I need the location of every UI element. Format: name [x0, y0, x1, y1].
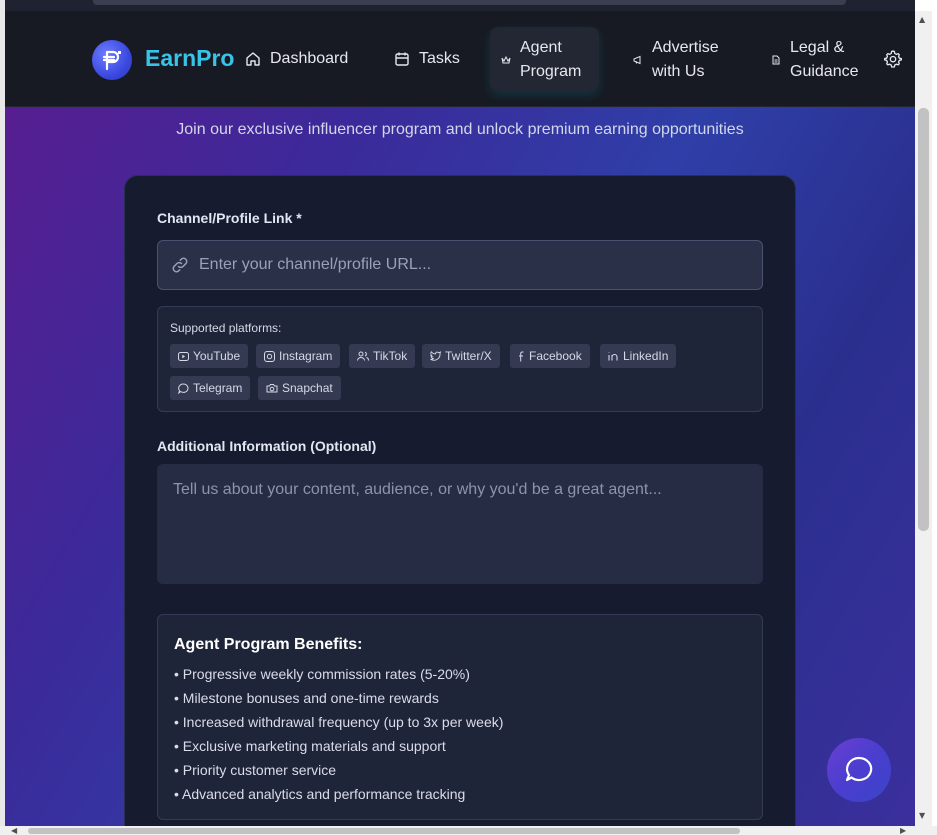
- additional-info-textarea[interactable]: Tell us about your content, audience, or…: [157, 464, 763, 584]
- additional-info-label: Additional Information (Optional): [157, 438, 377, 454]
- scroll-right-arrow[interactable]: ▶: [900, 826, 906, 835]
- benefits-title: Agent Program Benefits:: [174, 636, 363, 653]
- top-navbar: EarnPro Dashboard Tasks Agent Program Ad…: [5, 11, 915, 107]
- channel-link-label: Channel/Profile Link *: [157, 210, 302, 226]
- home-icon: [246, 52, 260, 66]
- gear-icon: [884, 50, 902, 68]
- platform-label-telegram: Telegram: [193, 381, 243, 395]
- nav-item-dashboard[interactable]: Dashboard: [245, 47, 348, 71]
- nav-label-dashboard: Dashboard: [270, 50, 349, 67]
- chat-support-button[interactable]: [827, 738, 891, 802]
- platform-label-instagram: Instagram: [279, 349, 333, 363]
- nav-label-agent-program: Agent Program: [520, 36, 581, 84]
- nav-label-advertise-line1: Advertise: [652, 39, 719, 56]
- horizontal-scrollbar-thumb[interactable]: [28, 828, 740, 834]
- benefit-item: • Milestone bonuses and one-time rewards: [174, 690, 439, 706]
- nav-label-legal-line2: Guidance: [790, 63, 859, 80]
- benefit-item: • Increased withdrawal frequency (up to …: [174, 714, 504, 730]
- twitter-icon: [430, 351, 441, 361]
- platform-label-tiktok: TikTok: [373, 349, 408, 363]
- nav-label-advertise-line2: with Us: [652, 63, 705, 80]
- benefit-item: • Priority customer service: [174, 762, 337, 778]
- instagram-icon: [264, 350, 275, 362]
- calendar-icon: [395, 52, 409, 66]
- supported-platforms-panel: Supported platforms: YouTube Instagram T…: [157, 306, 763, 412]
- platform-chip-linkedin: LinkedIn: [600, 344, 677, 368]
- platform-label-youtube: YouTube: [193, 349, 241, 363]
- linkedin-icon: [608, 352, 618, 361]
- vertical-scrollbar-thumb[interactable]: [918, 108, 929, 531]
- platform-chip-facebook: Facebook: [510, 344, 590, 368]
- brand-logo[interactable]: [92, 40, 132, 80]
- platform-label-twitter: Twitter/X: [445, 349, 492, 363]
- benefit-item: • Advanced analytics and performance tra…: [174, 786, 466, 802]
- scroll-left-arrow[interactable]: ◀: [11, 826, 17, 835]
- camera-icon: [266, 384, 278, 393]
- link-icon: [172, 257, 188, 273]
- scroll-down-arrow[interactable]: ▼: [919, 811, 925, 820]
- nav-label-legal: Legal & Guidance: [790, 36, 859, 84]
- nav-item-legal[interactable]: Legal & Guidance: [771, 36, 859, 84]
- nav-item-tasks[interactable]: Tasks: [394, 47, 460, 71]
- megaphone-icon: [633, 55, 641, 65]
- benefits-panel: Agent Program Benefits: • Progressive we…: [157, 614, 763, 820]
- channel-link-placeholder: Enter your channel/profile URL...: [199, 256, 432, 273]
- facebook-icon: [519, 351, 524, 361]
- nav-item-agent-program[interactable]: Agent Program: [501, 36, 581, 84]
- platform-label-snapchat: Snapchat: [282, 381, 333, 395]
- platform-chip-instagram: Instagram: [256, 344, 341, 368]
- platform-chip-youtube: YouTube: [170, 344, 249, 368]
- scroll-up-arrow[interactable]: ▲: [919, 15, 925, 24]
- crown-icon: [501, 55, 511, 64]
- nav-label-agent-line1: Agent: [520, 39, 562, 56]
- platform-chip-tiktok: TikTok: [349, 344, 416, 368]
- chat-bubble-icon: [178, 383, 189, 394]
- youtube-icon: [178, 351, 189, 361]
- nav-label-tasks: Tasks: [419, 50, 460, 67]
- document-icon: [772, 55, 780, 65]
- benefit-item: • Exclusive marketing materials and supp…: [174, 738, 446, 754]
- platform-label-linkedin: LinkedIn: [623, 349, 669, 363]
- nav-label-advertise: Advertise with Us: [652, 36, 719, 84]
- nav-item-advertise[interactable]: Advertise with Us: [633, 36, 719, 84]
- platform-chip-snapchat: Snapchat: [258, 376, 341, 400]
- brand-logo-icon: [102, 50, 121, 71]
- users-icon: [357, 351, 369, 361]
- additional-info-placeholder: Tell us about your content, audience, or…: [173, 481, 662, 498]
- nav-label-agent-line2: Program: [520, 63, 582, 80]
- brand-name[interactable]: EarnPro: [145, 45, 234, 72]
- nav-label-legal-line1: Legal &: [790, 39, 845, 56]
- platform-chip-telegram: Telegram: [170, 376, 251, 400]
- settings-button[interactable]: [883, 49, 903, 74]
- chat-icon: [845, 756, 873, 782]
- channel-link-field[interactable]: Enter your channel/profile URL...: [157, 240, 763, 290]
- platforms-title: Supported platforms:: [170, 321, 282, 335]
- platform-chip-twitter: Twitter/X: [422, 344, 500, 368]
- benefit-item: • Progressive weekly commission rates (5…: [174, 666, 470, 682]
- platform-label-facebook: Facebook: [529, 349, 582, 363]
